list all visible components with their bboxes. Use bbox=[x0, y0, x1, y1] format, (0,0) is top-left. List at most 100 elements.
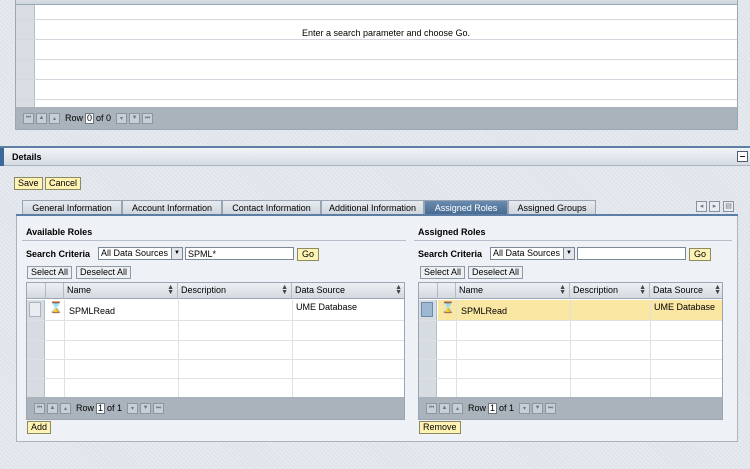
row-selector[interactable] bbox=[421, 302, 433, 317]
table-row-divider bbox=[419, 320, 722, 321]
select-all-button[interactable]: Select All bbox=[27, 266, 73, 279]
page-down-icon[interactable]: ▼ bbox=[129, 112, 141, 124]
chevron-down-icon[interactable]: ▼ bbox=[171, 248, 182, 259]
role-icon: ⌛ bbox=[49, 302, 63, 314]
collapse-icon[interactable] bbox=[737, 151, 748, 162]
add-button[interactable]: Add bbox=[27, 421, 52, 434]
row-selector[interactable] bbox=[29, 302, 41, 317]
cancel-button[interactable]: Cancel bbox=[45, 177, 82, 190]
sort-icon[interactable]: ▲ ▼ bbox=[559, 284, 566, 296]
last-page-icon[interactable]: ⏭ bbox=[545, 402, 557, 414]
search-input[interactable] bbox=[185, 247, 294, 260]
tab-assigned-roles[interactable]: Assigned Roles bbox=[424, 200, 508, 215]
column-divider bbox=[292, 300, 293, 399]
table-pager: ⏮ ▲ ▴ Row 0 of 0 ▾ ▼ ⏭ bbox=[16, 107, 737, 129]
column-divider bbox=[570, 300, 571, 399]
sort-icon[interactable]: ▲ ▼ bbox=[167, 284, 174, 296]
row-count-label: of 0 bbox=[96, 113, 112, 123]
last-page-icon[interactable]: ⏭ bbox=[142, 112, 154, 124]
row-number-input[interactable]: 0 bbox=[85, 112, 95, 124]
available-roles-title: Available Roles bbox=[26, 227, 93, 237]
first-page-icon[interactable]: ⏮ bbox=[34, 402, 45, 414]
page-up-icon[interactable]: ▲ bbox=[47, 402, 58, 414]
data-source-select[interactable]: All Data Sources ▼ bbox=[490, 247, 575, 260]
tab-contact-information[interactable]: Contact Information bbox=[222, 200, 321, 215]
tab-list-icon[interactable]: ▤ bbox=[723, 201, 734, 212]
tab-assigned-groups[interactable]: Assigned Groups bbox=[508, 200, 596, 215]
row-up-icon[interactable]: ▴ bbox=[49, 112, 60, 124]
role-name-cell[interactable]: SPMLRead bbox=[461, 306, 507, 316]
row-label: Row bbox=[65, 113, 84, 123]
row-down-icon[interactable]: ▾ bbox=[116, 112, 128, 124]
search-input[interactable] bbox=[577, 247, 686, 260]
search-criteria-label: Search Criteria bbox=[418, 249, 483, 259]
sort-icon[interactable]: ▲ ▼ bbox=[714, 284, 721, 296]
empty-table-message: Enter a search parameter and choose Go. bbox=[301, 28, 471, 38]
data-source-select[interactable]: All Data Sources ▼ bbox=[98, 247, 183, 260]
column-header-data-source[interactable]: Data Source ▲ ▼ bbox=[650, 283, 722, 299]
page-down-icon[interactable]: ▼ bbox=[532, 402, 544, 414]
row-down-icon[interactable]: ▾ bbox=[127, 402, 139, 414]
column-header-name[interactable]: Name ▲ ▼ bbox=[64, 283, 178, 299]
save-button[interactable]: Save bbox=[14, 177, 43, 190]
data-source-value: All Data Sources bbox=[101, 248, 169, 258]
row-count-label: of 1 bbox=[499, 403, 515, 413]
section-accent bbox=[0, 148, 4, 166]
table-row-divider bbox=[27, 359, 404, 360]
role-name-cell[interactable]: SPMLRead bbox=[69, 306, 115, 316]
last-page-icon[interactable]: ⏭ bbox=[153, 402, 165, 414]
table-row-divider bbox=[16, 39, 737, 40]
column-header-name[interactable]: Name ▲ ▼ bbox=[456, 283, 570, 299]
table-row-divider bbox=[16, 99, 737, 100]
table-header: Name ▲ ▼ Description ▲ ▼ Data Source ▲ ▼ bbox=[419, 283, 722, 299]
row-label: Row bbox=[76, 403, 95, 413]
header-selector[interactable] bbox=[419, 283, 438, 299]
first-page-icon[interactable]: ⏮ bbox=[426, 402, 437, 414]
available-roles-table: Name ▲ ▼ Description ▲ ▼ Data Source ▲ ▼ ⌛ SPM… bbox=[26, 282, 405, 420]
row-number-input[interactable]: 1 bbox=[488, 402, 498, 414]
remove-button[interactable]: Remove bbox=[419, 421, 461, 434]
page-up-icon[interactable]: ▲ bbox=[439, 402, 450, 414]
table-row-divider bbox=[419, 359, 722, 360]
assigned-roles-table: Name ▲ ▼ Description ▲ ▼ Data Source ▲ ▼ ⌛ SPM… bbox=[418, 282, 723, 420]
go-button[interactable]: Go bbox=[297, 248, 319, 261]
table-row-divider bbox=[27, 378, 404, 379]
sort-icon[interactable]: ▲ ▼ bbox=[281, 284, 288, 296]
tab-scroll-left-icon[interactable]: ◂ bbox=[696, 201, 707, 212]
table-pager: ⏮ ▲ ▴ Row 1 of 1 ▾ ▼ ⏭ bbox=[27, 397, 404, 419]
sort-icon[interactable]: ▲ ▼ bbox=[395, 284, 402, 296]
user-search-results-table: Enter a search parameter and choose Go. … bbox=[15, 0, 738, 130]
go-button[interactable]: Go bbox=[689, 248, 711, 261]
column-divider bbox=[178, 300, 179, 399]
sort-icon[interactable]: ▲ ▼ bbox=[639, 284, 646, 296]
row-selector-column[interactable] bbox=[16, 5, 35, 109]
table-header: Name ▲ ▼ Description ▲ ▼ Data Source ▲ ▼ bbox=[27, 283, 404, 299]
assigned-roles-title: Assigned Roles bbox=[418, 227, 486, 237]
row-down-icon[interactable]: ▾ bbox=[519, 402, 531, 414]
tab-additional-information[interactable]: Additional Information bbox=[321, 200, 424, 215]
deselect-all-button[interactable]: Deselect All bbox=[76, 266, 132, 279]
select-all-button[interactable]: Select All bbox=[420, 266, 466, 279]
data-source-cell: UME Database bbox=[296, 302, 358, 312]
column-header-data-source[interactable]: Data Source ▲ ▼ bbox=[292, 283, 404, 299]
row-up-icon[interactable]: ▴ bbox=[60, 402, 71, 414]
row-label: Row bbox=[468, 403, 487, 413]
column-header-description[interactable]: Description ▲ ▼ bbox=[570, 283, 650, 299]
tab-account-information[interactable]: Account Information bbox=[122, 200, 222, 215]
page-up-icon[interactable]: ▲ bbox=[36, 112, 47, 124]
deselect-all-button[interactable]: Deselect All bbox=[468, 266, 524, 279]
header-type bbox=[46, 283, 64, 299]
table-row-divider bbox=[419, 340, 722, 341]
chevron-down-icon[interactable]: ▼ bbox=[563, 248, 574, 259]
table-row-divider bbox=[16, 59, 737, 60]
column-header-description[interactable]: Description ▲ ▼ bbox=[178, 283, 292, 299]
row-up-icon[interactable]: ▴ bbox=[452, 402, 463, 414]
page-down-icon[interactable]: ▼ bbox=[140, 402, 152, 414]
first-page-icon[interactable]: ⏮ bbox=[23, 112, 34, 124]
header-selector[interactable] bbox=[27, 283, 46, 299]
row-number-input[interactable]: 1 bbox=[96, 402, 106, 414]
table-row-divider bbox=[27, 340, 404, 341]
table-row-divider bbox=[16, 79, 737, 80]
tab-general-information[interactable]: General Information bbox=[22, 200, 122, 215]
tab-scroll-right-icon[interactable]: ▸ bbox=[709, 201, 720, 212]
